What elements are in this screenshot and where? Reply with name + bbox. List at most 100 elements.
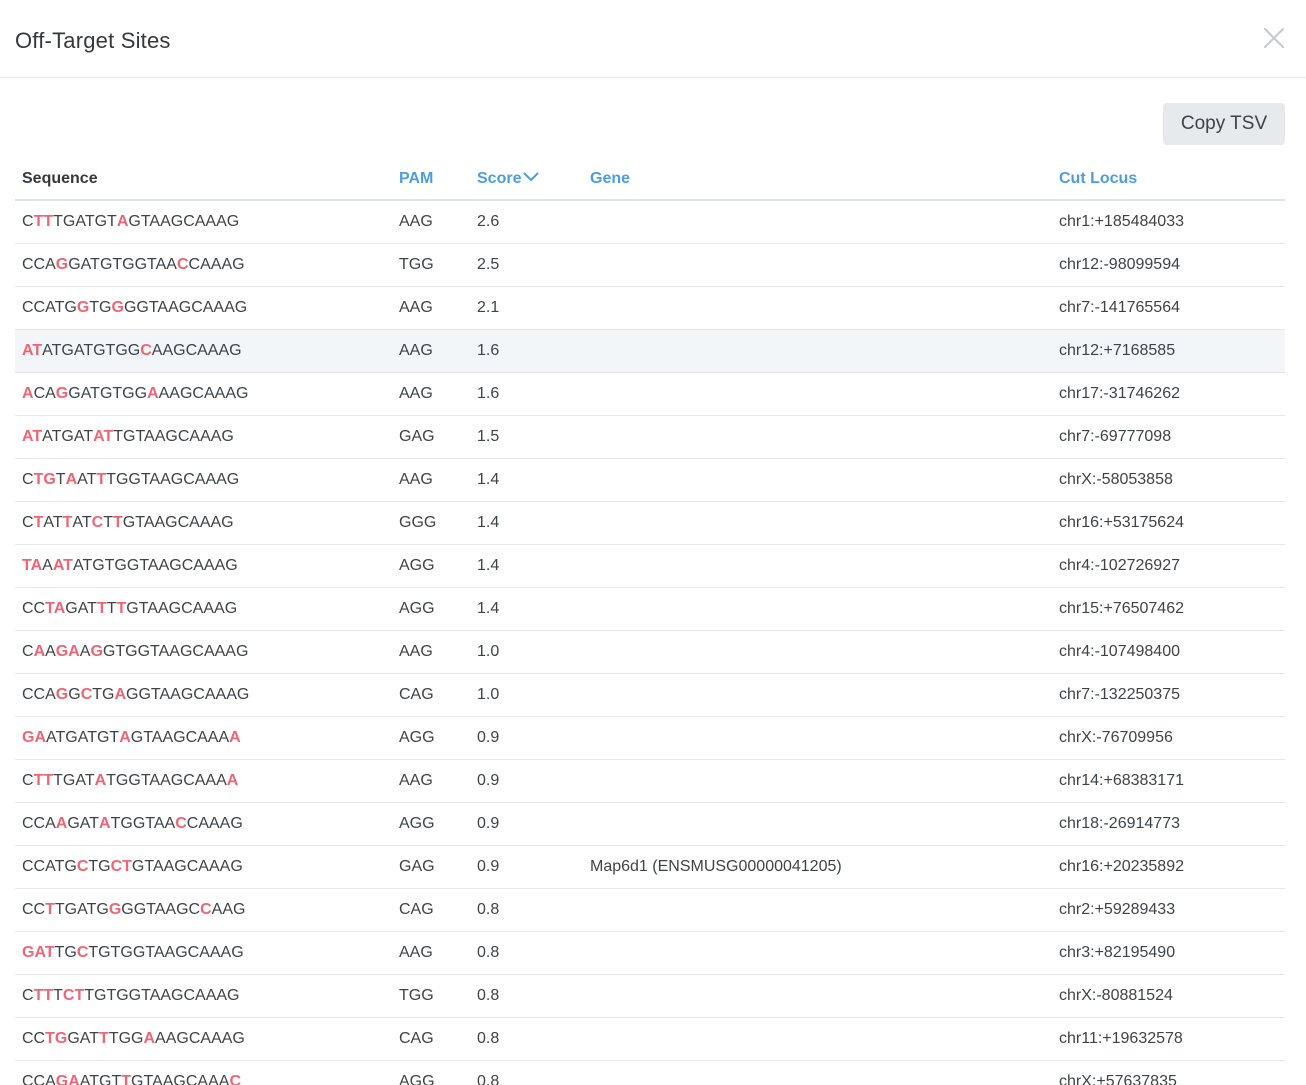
mismatch-base: T (62, 513, 73, 531)
sequence-segment: GTGGTAAGCAAAG (102, 642, 249, 660)
sequence-segment: TGATGT (53, 212, 117, 230)
sequence-segment: GGTAAGC (121, 900, 201, 918)
sequence-segment: TGAT (53, 771, 95, 789)
sequence-cell: CCATGGTGGGGTAAGCAAAG (15, 286, 392, 330)
mismatch-base: A (226, 771, 239, 789)
sequence-segment: CAAAG (188, 255, 245, 273)
table-row: CCTTGATGGGGTAAGCCAAG CAG 0.8 chr2:+59289433 (15, 888, 1285, 932)
cut-locus-cell: chr4:-107498400 (1052, 630, 1285, 674)
mismatch-base: TT (33, 771, 54, 789)
score-cell: 1.0 (470, 673, 583, 717)
sequence-segment: TGTGGTAAGCAAAG (84, 986, 240, 1004)
gene-cell (583, 888, 1052, 932)
sequence-cell: ACAGGATGTGGAAAGCAAAG (15, 372, 392, 416)
score-cell: 0.8 (470, 1017, 583, 1061)
gene-cell (583, 974, 1052, 1018)
sequence-segment: ATGT (79, 1072, 122, 1085)
mismatch-base: A (99, 814, 111, 832)
sequence-segment: C (22, 642, 34, 660)
sequence-segment: GAT (65, 599, 97, 617)
table-row: CCAGAATGTTGTAAGCAAAC AGG 0.8 chrX:+57637835 (15, 1060, 1285, 1085)
sequence-cell: ATATGATATTGTAAGCAAAG (15, 415, 392, 459)
pam-cell: AAG (392, 329, 470, 373)
mismatch-base: A (114, 685, 127, 703)
mismatch-base: C (175, 814, 187, 832)
cut-locus-cell: chrX:-76709956 (1052, 716, 1285, 760)
gene-cell (583, 286, 1052, 330)
sequence-segment: C (22, 513, 34, 531)
mismatch-base: T (116, 599, 127, 617)
table-row: TAAATATGTGGTAAGCAAAG AGG 1.4 chr4:-10272692… (15, 544, 1285, 588)
column-header-gene[interactable]: Gene (583, 158, 1052, 201)
column-header-pam[interactable]: PAM (392, 158, 470, 201)
sequence-segment: GTAAGCAAAG (126, 599, 238, 617)
mismatch-base: C (80, 685, 93, 703)
pam-cell: CAG (392, 1017, 470, 1061)
pam-cell: AAG (392, 630, 470, 674)
sequence-segment: CC (22, 599, 46, 617)
mismatch-base: GA (55, 1072, 80, 1085)
score-cell: 1.4 (470, 458, 583, 502)
cut-locus-cell: chr12:-98099594 (1052, 243, 1285, 287)
cut-locus-cell: chrX:-58053858 (1052, 458, 1285, 502)
pam-cell: AAG (392, 458, 470, 502)
pam-cell: CAG (392, 673, 470, 717)
score-cell: 0.9 (470, 759, 583, 803)
table-row: CCAAGATATGGTAACCAAAG AGG 0.9 chr18:-2691477… (15, 802, 1285, 846)
table-row: CCTAGATTTTGTAAGCAAAG AGG 1.4 chr15:+7650746… (15, 587, 1285, 631)
sequence-segment: CC (22, 1029, 46, 1047)
sequence-cell: GATTGCTGTGGTAAGCAAAG (15, 931, 392, 975)
pam-cell: AAG (392, 759, 470, 803)
score-cell: 0.9 (470, 716, 583, 760)
pam-cell: AGG (392, 587, 470, 631)
score-cell: 0.9 (470, 845, 583, 889)
sequence-segment: T (106, 599, 117, 617)
pam-cell: AGG (392, 1060, 470, 1085)
gene-cell (583, 544, 1052, 588)
table-row: CCATGGTGGGGTAAGCAAAG AAG 2.1 chr7:-14176556… (15, 286, 1285, 330)
sequence-segment: T (55, 470, 66, 488)
close-icon[interactable] (1262, 26, 1286, 50)
gene-cell (583, 630, 1052, 674)
score-cell: 0.8 (470, 888, 583, 932)
mismatch-base: G (111, 298, 124, 316)
gene-cell (583, 329, 1052, 373)
column-header-cut-locus[interactable]: Cut Locus (1052, 158, 1285, 201)
mismatch-base: T (96, 599, 107, 617)
mismatch-base: TA (45, 599, 66, 617)
sequence-segment: AT (72, 513, 92, 531)
copy-tsv-button[interactable]: Copy TSV (1163, 103, 1285, 145)
mismatch-base: C (176, 255, 189, 273)
cut-locus-cell: chr17:-31746262 (1052, 372, 1285, 416)
pam-cell: AAG (392, 372, 470, 416)
mismatch-base: G (108, 900, 122, 918)
mismatch-base: C (76, 943, 89, 961)
table-row: CTATTATCTTGTAAGCAAAG GGG 1.4 chr16:+5317562… (15, 501, 1285, 545)
gene-cell (583, 716, 1052, 760)
cut-locus-cell: chr12:+7168585 (1052, 329, 1285, 373)
sequence-cell: CTTTGATGTAGTAAGCAAAG (15, 200, 392, 244)
score-cell: 1.5 (470, 415, 583, 459)
sequence-segment: GTAAGCAAAG (128, 212, 240, 230)
cut-locus-cell: chr7:-132250375 (1052, 673, 1285, 717)
close-button[interactable] (1262, 26, 1286, 50)
mismatch-base: C (76, 857, 89, 875)
sequence-segment: GTAAGCAAAG (122, 513, 234, 531)
sequence-segment: AAGCAAAG (151, 341, 242, 359)
table-row: CCAGGCTGAGGTAAGCAAAG CAG 1.0 chr7:-13225037… (15, 673, 1285, 717)
sequence-segment: GTAAGCAAA (130, 728, 230, 746)
sequence-segment: T (53, 986, 63, 1004)
sequence-cell: CTGTAATTTGGTAAGCAAAG (15, 458, 392, 502)
table-row: CCATGCTGCTGTAAGCAAAG GAG 0.9 Map6d1 (ENSMUS… (15, 845, 1285, 889)
cut-locus-cell: chr3:+82195490 (1052, 931, 1285, 975)
mismatch-base: TA (22, 556, 43, 574)
mismatch-base: A (65, 470, 78, 488)
sequence-segment: AAGCAAAG (155, 1029, 245, 1047)
off-target-sites-modal: Off-Target Sites Copy TSV Sequence PAM S… (0, 0, 1306, 1085)
column-header-score[interactable]: Score (470, 158, 583, 201)
sequence-segment: CCA (22, 1072, 56, 1085)
cut-locus-cell: chr7:-69777098 (1052, 415, 1285, 459)
mismatch-base: T (33, 513, 44, 531)
sequence-segment: GAT (67, 1029, 100, 1047)
mismatch-base: T (99, 1029, 109, 1047)
